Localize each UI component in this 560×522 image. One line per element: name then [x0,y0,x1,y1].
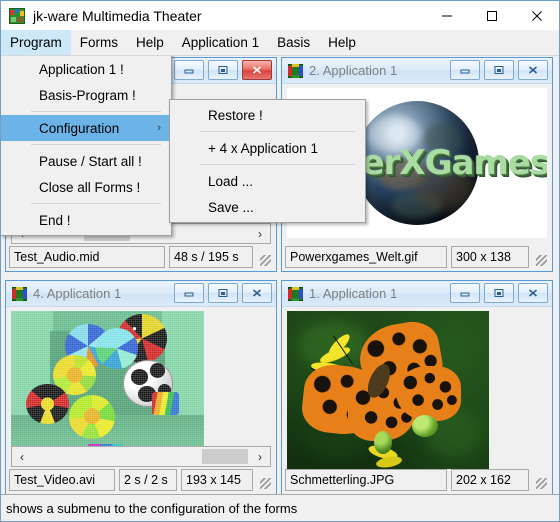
child-status-audio: Test_Audio.mid 48 s / 195 s [6,246,276,271]
trackbar-right-arrow-icon[interactable]: › [250,227,270,241]
close-icon[interactable] [242,60,272,80]
menu-separator [200,131,355,132]
maximize-button[interactable] [469,1,514,30]
submenu-item-add-4x-application-1[interactable]: + 4 x Application 1 [170,135,365,161]
video-dimensions-field: 193 x 145 [181,469,253,491]
child-status-logo: Powerxgames_Welt.gif 300 x 138 [282,246,552,271]
video-filename-field: Test_Video.avi [9,469,115,491]
child-caption-video: 4. Application 1 [33,286,122,301]
child-body-video: ‹ › [6,307,276,469]
title-bar: jk-ware Multimedia Theater [1,1,559,30]
menu-item-configuration-label: Configuration [39,120,120,136]
menu-forms[interactable]: Forms [71,30,127,55]
child-controls-video [174,283,272,303]
trackbar-thumb[interactable] [202,449,248,464]
menu-item-close-all-forms[interactable]: Close all Forms ! [1,174,171,200]
resize-grip-icon[interactable] [533,469,549,491]
minimize-icon[interactable] [174,283,204,303]
resize-grip-icon[interactable] [257,469,273,491]
resize-grip-icon[interactable] [533,246,549,268]
child-caption-image: 1. Application 1 [309,286,398,301]
status-bar: shows a submenu to the configuration of … [1,494,559,521]
audio-time-field: 48 s / 195 s [169,246,253,268]
butterfly-photo-artwork [287,311,489,469]
child-controls-audio [174,60,272,80]
logo-filename-field: Powerxgames_Welt.gif [285,246,447,268]
submenu-item-load[interactable]: Load ... [170,168,365,194]
trackbar-right-arrow-icon[interactable]: › [250,450,270,464]
program-dropdown-menu[interactable]: Application 1 ! Basis-Program ! Configur… [1,56,172,236]
minimize-icon[interactable] [450,283,480,303]
submenu-item-save[interactable]: Save ... [170,194,365,220]
child-title-bar-image[interactable]: 1. Application 1 [282,281,552,307]
menu-program[interactable]: Program [1,30,71,55]
menu-help-2[interactable]: Help [319,30,365,55]
child-window-image[interactable]: 1. Application 1 Schmetterling.JPG 202 x… [281,280,553,494]
minimize-icon[interactable] [450,60,480,80]
child-caption-logo: 2. Application 1 [309,63,398,78]
mosaic-icon [288,286,303,301]
minimize-icon[interactable] [174,60,204,80]
restore-icon[interactable] [208,60,238,80]
menu-bar: Program Forms Help Application 1 Basis H… [1,30,559,56]
logo-dimensions-field: 300 x 138 [451,246,529,268]
audio-filename-field: Test_Audio.mid [9,246,165,268]
image-filename-field: Schmetterling.JPG [285,469,447,491]
child-body-image [282,307,552,469]
close-icon[interactable] [518,60,548,80]
app-mosaic-icon [9,7,25,24]
child-status-image: Schmetterling.JPG 202 x 162 [282,469,552,494]
mdi-client-area: 3. Application 1 ‹ [1,56,559,494]
mosaic-icon [288,63,303,78]
menu-item-configuration[interactable]: Configuration › [1,115,171,141]
window-controls [424,1,559,30]
menu-item-basis-program[interactable]: Basis-Program ! [1,82,171,108]
menu-item-end[interactable]: End ! [1,207,171,233]
child-controls-image [450,283,548,303]
menu-basis[interactable]: Basis [268,30,319,55]
menu-separator [31,144,161,145]
restore-icon[interactable] [484,283,514,303]
restore-icon[interactable] [208,283,238,303]
trackbar-track[interactable] [32,447,250,466]
application-window: jk-ware Multimedia Theater Program Forms… [0,0,560,522]
menu-separator [31,203,161,204]
child-status-video: Test_Video.avi 2 s / 2 s 193 x 145 [6,469,276,494]
menu-separator [31,111,161,112]
configuration-submenu[interactable]: Restore ! + 4 x Application 1 Load ... S… [169,99,366,223]
restore-icon[interactable] [484,60,514,80]
child-title-bar-logo[interactable]: 2. Application 1 [282,58,552,84]
menu-item-application-1[interactable]: Application 1 ! [1,56,171,82]
video-time-field: 2 s / 2 s [119,469,177,491]
menu-application-1[interactable]: Application 1 [173,30,268,55]
submenu-item-restore[interactable]: Restore ! [170,102,365,128]
status-bar-text: shows a submenu to the configuration of … [6,500,298,516]
window-title: jk-ware Multimedia Theater [33,7,202,24]
image-dimensions-field: 202 x 162 [451,469,529,491]
video-trackbar[interactable]: ‹ › [11,446,271,467]
child-window-video[interactable]: 4. Application 1 ‹ › Test_Video.avi 2 s … [5,280,277,494]
child-title-bar-video[interactable]: 4. Application 1 [6,281,276,307]
child-controls-logo [450,60,548,80]
resize-grip-icon[interactable] [257,246,273,268]
menu-separator [200,164,355,165]
minimize-button[interactable] [424,1,469,30]
colored-balls-room-artwork [11,311,204,456]
menu-help[interactable]: Help [127,30,173,55]
trackbar-left-arrow-icon[interactable]: ‹ [12,450,32,464]
chevron-right-icon: › [157,122,161,134]
mosaic-icon [12,286,27,301]
menu-item-pause-start-all[interactable]: Pause / Start all ! [1,148,171,174]
close-icon[interactable] [518,283,548,303]
close-icon[interactable] [242,283,272,303]
close-button[interactable] [514,1,559,30]
